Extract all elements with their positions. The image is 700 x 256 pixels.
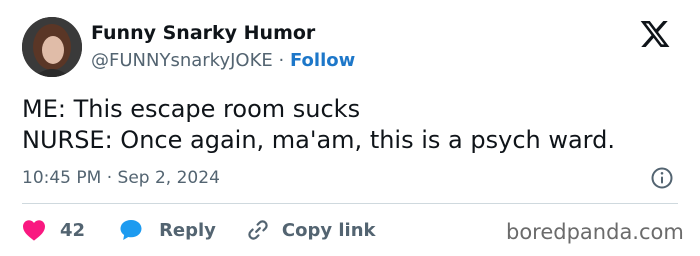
tweet-line: NURSE: Once again, ma'am, this is a psyc… [22,126,615,154]
follow-button[interactable]: Follow [290,50,355,71]
tweet-date: Sep 2, 2024 [117,168,220,188]
tweet-line: ME: This escape room sucks [22,95,361,123]
tweet-time: 10:45 PM [22,168,102,188]
tweet-timestamp[interactable]: 10:45 PM · Sep 2, 2024 [22,168,220,188]
watermark: boredpanda.com [506,220,684,244]
speech-bubble-icon [120,220,142,240]
action-bar: 42 Reply Copy link [22,216,376,244]
author-display-name[interactable]: Funny Snarky Humor [91,22,315,44]
reply-button[interactable]: Reply [119,218,216,242]
like-button[interactable]: 42 [22,219,85,241]
reply-label: Reply [159,219,216,241]
avatar-portrait-icon [22,17,82,77]
heart-icon [23,220,45,241]
info-icon[interactable] [650,166,674,190]
handle-separator: · [278,50,285,71]
avatar[interactable] [22,17,82,77]
timestamp-separator: · [106,168,113,188]
author-handle-row: @FUNNYsnarkyJOKE · Follow [91,50,355,71]
divider [22,203,678,204]
copy-link-label: Copy link [281,219,376,241]
copy-link-button[interactable]: Copy link [246,218,376,242]
x-logo-icon[interactable] [638,18,672,50]
like-count: 42 [60,219,86,241]
link-icon [248,220,268,240]
tweet-text: ME: This escape room sucks NURSE: Once a… [22,94,615,156]
author-handle[interactable]: @FUNNYsnarkyJOKE [91,50,273,71]
